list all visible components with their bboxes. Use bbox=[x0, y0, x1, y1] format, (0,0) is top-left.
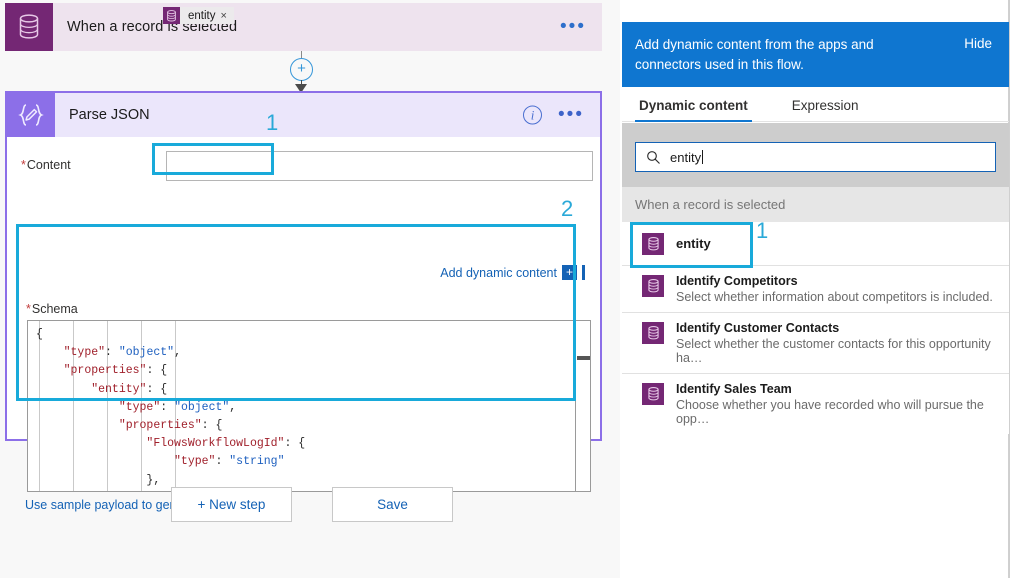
content-field-label: *Content bbox=[21, 158, 71, 172]
app-root: When a record is selected ••• + Parse JS… bbox=[0, 0, 1015, 578]
database-icon bbox=[642, 322, 664, 344]
trigger-card[interactable]: When a record is selected ••• bbox=[5, 3, 602, 51]
dynamic-content-list: entity Identify Competitors Select wheth… bbox=[622, 222, 1009, 434]
flow-canvas: When a record is selected ••• + Parse JS… bbox=[0, 0, 620, 578]
list-item-title: Identify Sales Team bbox=[676, 382, 792, 396]
list-item-description: Choose whether you have recorded who wil… bbox=[676, 398, 984, 426]
database-icon bbox=[642, 275, 664, 297]
content-field-row: *Content bbox=[21, 151, 593, 181]
required-marker: * bbox=[21, 158, 26, 172]
parse-json-header[interactable]: Parse JSON i ••• bbox=[7, 93, 600, 137]
save-button[interactable]: Save bbox=[332, 487, 453, 522]
list-item[interactable]: entity bbox=[622, 222, 1009, 266]
database-icon bbox=[163, 7, 180, 24]
add-dynamic-content-bar bbox=[582, 265, 585, 280]
list-item-title: Identify Competitors bbox=[676, 274, 798, 288]
list-item-text: Identify Sales Team Choose whether you h… bbox=[676, 382, 995, 426]
group-header-text: When a record is selected bbox=[635, 197, 786, 212]
trigger-more-button[interactable]: ••• bbox=[560, 17, 586, 36]
annotation-number-1-left: 1 bbox=[266, 110, 279, 135]
schema-label-text: Schema bbox=[31, 302, 78, 316]
schema-code-text: { "type": "object", "properties": { "ent… bbox=[36, 328, 306, 487]
schema-field-label: *Schema bbox=[26, 302, 78, 316]
list-item[interactable]: Identify Sales Team Choose whether you h… bbox=[622, 374, 1009, 434]
list-item-title: Identify Customer Contacts bbox=[676, 321, 840, 335]
parse-json-card: Parse JSON i ••• *Content Add dynamic co… bbox=[5, 91, 602, 512]
annotation-number-1-right: 1 bbox=[756, 218, 769, 243]
list-item-description: Select whether information about competi… bbox=[676, 290, 993, 304]
parse-json-more-button[interactable]: ••• bbox=[558, 105, 584, 124]
new-step-button[interactable]: + New step bbox=[171, 487, 292, 522]
add-step-icon[interactable]: + bbox=[290, 58, 313, 81]
annotation-highlight-content-token bbox=[152, 143, 274, 175]
dynamic-content-group-header: When a record is selected bbox=[622, 187, 1009, 222]
close-icon[interactable]: × bbox=[221, 10, 234, 22]
search-input[interactable]: entity bbox=[635, 142, 996, 172]
search-icon bbox=[636, 150, 670, 165]
parse-json-title: Parse JSON bbox=[69, 107, 150, 123]
tab-expression[interactable]: Expression bbox=[788, 98, 863, 121]
hide-panel-button[interactable]: Hide bbox=[964, 36, 992, 51]
connector-line-top bbox=[301, 51, 302, 58]
required-marker-schema: * bbox=[26, 302, 31, 316]
list-item-title: entity bbox=[676, 235, 711, 251]
list-item-text: Identify Competitors Select whether info… bbox=[676, 274, 993, 304]
panel-search-zone: entity bbox=[622, 123, 1009, 187]
dynamic-content-panel: Add dynamic content from the apps and co… bbox=[622, 0, 1009, 578]
schema-scrollbar-thumb[interactable] bbox=[577, 356, 590, 360]
search-input-value: entity bbox=[670, 149, 702, 165]
entity-token-chip[interactable]: entity × bbox=[163, 7, 234, 24]
add-dynamic-content-plus-icon[interactable]: + bbox=[562, 265, 577, 280]
list-item-text: Identify Customer Contacts Select whethe… bbox=[676, 321, 995, 365]
list-item-text: entity bbox=[676, 235, 711, 253]
panel-right-edge bbox=[1009, 0, 1015, 578]
list-item[interactable]: Identify Competitors Select whether info… bbox=[622, 266, 1009, 313]
list-item[interactable]: Identify Customer Contacts Select whethe… bbox=[622, 313, 1009, 374]
action-button-row: + New step Save bbox=[171, 487, 453, 522]
schema-editor[interactable]: { "type": "object", "properties": { "ent… bbox=[27, 320, 591, 492]
annotation-number-2: 2 bbox=[561, 196, 574, 221]
text-caret bbox=[702, 150, 704, 164]
panel-tabs: Dynamic content Expression bbox=[622, 87, 1009, 122]
entity-token-label: entity bbox=[188, 9, 216, 22]
panel-banner: Add dynamic content from the apps and co… bbox=[622, 22, 1009, 87]
database-icon bbox=[642, 233, 664, 255]
database-icon bbox=[5, 3, 53, 51]
panel-banner-text: Add dynamic content from the apps and co… bbox=[635, 37, 874, 72]
flow-connector: + bbox=[279, 51, 325, 93]
schema-scrollbar[interactable] bbox=[575, 321, 590, 491]
add-dynamic-content-row[interactable]: Add dynamic content + bbox=[440, 265, 585, 280]
content-label-text: Content bbox=[26, 158, 71, 172]
parse-json-icon bbox=[7, 93, 55, 137]
tab-dynamic-content[interactable]: Dynamic content bbox=[635, 98, 752, 122]
list-item-description: Select whether the customer contacts for… bbox=[676, 337, 991, 365]
info-icon[interactable]: i bbox=[523, 105, 542, 125]
database-icon bbox=[642, 383, 664, 405]
add-dynamic-content-link[interactable]: Add dynamic content bbox=[440, 266, 557, 280]
